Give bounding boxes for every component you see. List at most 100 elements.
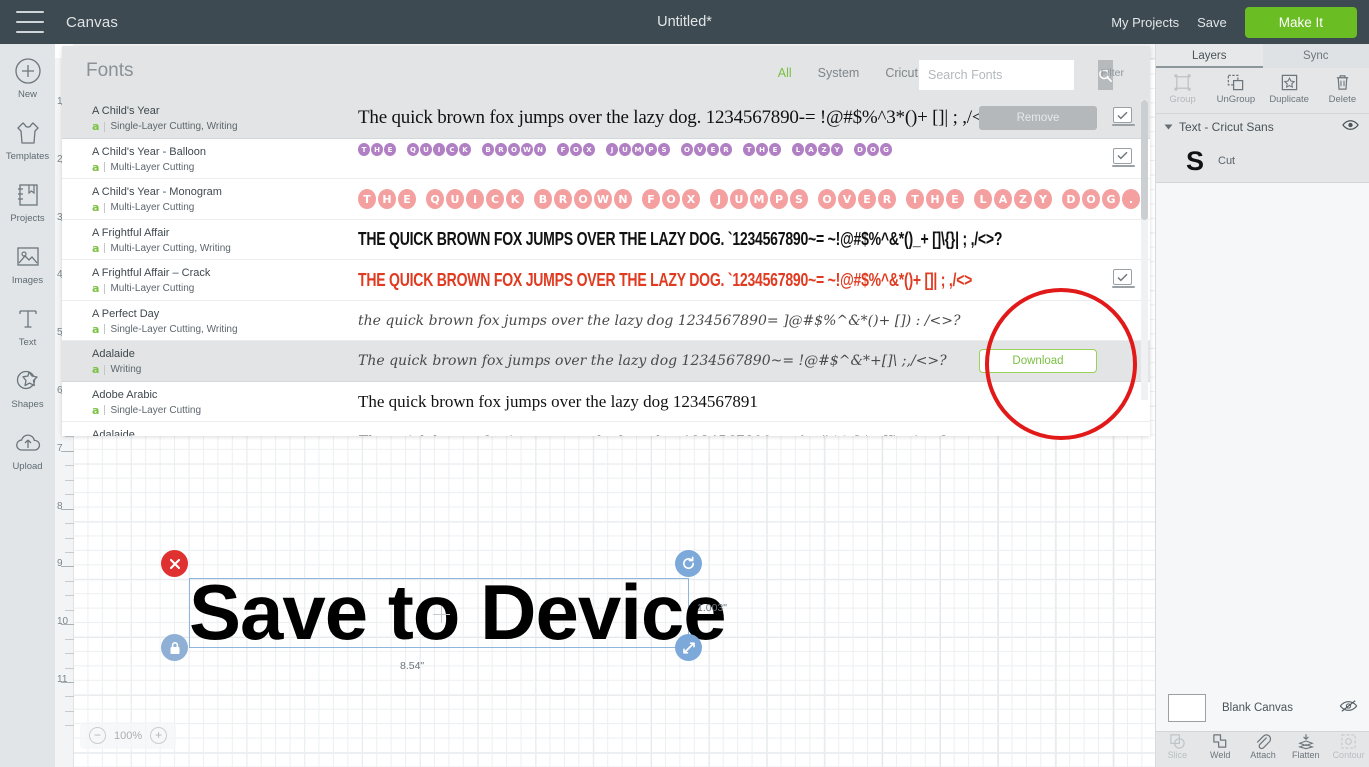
font-list-row[interactable]: A Child's Year a Single-Layer Cutting, Wri… [62,98,1150,139]
ruler-minor-tick [55,537,74,552]
sidebar-item-upload[interactable]: Upload [0,428,55,472]
caret-down-icon[interactable] [1164,124,1173,130]
resize-handle[interactable] [675,634,702,661]
divider [104,243,106,253]
layer-thumbnail: S [1185,145,1204,176]
layer-group: Text - Cricut Sans S Cut [1156,114,1369,183]
duplicate-label: Duplicate [1269,94,1309,105]
remove-font-button[interactable]: Remove [979,106,1097,130]
ungroup-label: UnGroup [1216,94,1256,105]
notebook-icon [0,180,55,210]
tab-all[interactable]: All [778,66,792,80]
font-installed-checkbox[interactable] [1112,269,1135,288]
font-list-row[interactable]: A Frightful Affair a Multi-Layer Cutting, … [62,219,1150,260]
font-meta: A Frightful Affair a Multi-Layer Cutting, … [92,226,322,255]
font-list-row[interactable]: Adobe Arabic a Single-Layer Cutting The qui… [62,381,1150,423]
lock-handle[interactable] [161,634,188,661]
right-panel-bottom: Blank Canvas Slice Weld Attach Flatten C… [1156,685,1369,767]
duplicate-button[interactable]: Duplicate [1263,68,1316,113]
ungroup-button[interactable]: UnGroup [1209,68,1262,113]
canvas-color-swatch[interactable] [1168,694,1206,722]
font-name: A Frightful Affair [92,226,170,239]
weld-icon [1199,732,1242,750]
divider [104,324,106,334]
layer-group-header[interactable]: Text - Cricut Sans [1156,114,1369,140]
filter-button[interactable]: Filter [1101,67,1124,79]
font-types: a Multi-Layer Cutting, Writing [92,242,322,255]
sidebar-item-templates[interactable]: Templates [0,118,55,162]
font-preview: The quick brown fox jumps over the lazy … [358,382,1150,423]
contour-icon [1327,732,1369,750]
attach-button[interactable]: Attach [1242,732,1285,767]
font-preview: THEQUICKBROWNFOXJUMPSOVERTHELAZYDOG.( [358,179,1150,220]
layer-item[interactable]: S Cut [1156,140,1369,182]
hamburger-icon[interactable] [16,11,44,33]
font-list-row[interactable]: A Child's Year - Monogram a Multi-Layer Cu… [62,179,1150,220]
eye-off-icon[interactable] [1339,699,1358,718]
font-name: A Perfect Day [92,307,160,320]
weld-button[interactable]: Weld [1199,732,1242,767]
app-root: Canvas Untitled* My Projects Save Make I… [0,0,1369,767]
font-list-row[interactable]: A Frightful Affair – Crack a Multi-Layer C… [62,260,1150,301]
font-preview-text: The quick brown fox jumps over the lazy … [358,107,1002,129]
delete-handle[interactable] [161,550,188,577]
zoom-in-button[interactable]: + [150,727,168,744]
font-installed-checkbox[interactable] [1112,107,1135,126]
font-list-row[interactable]: A Child's Year - Balloon a Multi-Layer Cut… [62,138,1150,180]
ruler-minor-tick [55,465,74,479]
font-types: a Multi-Layer Cutting [92,201,322,214]
font-types-label: Multi-Layer Cutting [110,202,195,213]
font-preview: THE QUICK BROWN FOX JUMPS OVER THE LAZY … [358,260,1150,301]
font-installed-checkbox[interactable] [1112,147,1135,167]
flatten-label: Flatten [1292,750,1320,760]
font-name: A Child's Year - Monogram [92,186,222,198]
ruler-tick-label: 10 [57,616,69,628]
fonts-scrollbar-thumb[interactable] [1141,100,1148,220]
sidebar-item-projects[interactable]: Projects [0,180,55,224]
tab-sync[interactable]: Sync [1263,44,1369,68]
fonts-list[interactable]: A Child's Year a Single-Layer Cutting, Wri… [62,98,1150,436]
ruler-tick: 11 [55,674,74,696]
sidebar-item-shapes[interactable]: Shapes [0,366,55,410]
ruler-minor-tick [55,523,74,537]
save-button[interactable]: Save [1197,15,1227,30]
search-input[interactable] [919,60,1098,90]
tab-layers[interactable]: Layers [1156,44,1263,68]
font-types: a Single-Layer Cutting, Writing [92,120,322,133]
font-types-label: Multi-Layer Cutting [110,161,195,173]
make-it-button[interactable]: Make It [1244,6,1357,38]
fonts-scrollbar[interactable] [1141,100,1148,400]
divider [104,364,106,375]
download-font-button[interactable]: Download [979,349,1097,373]
rotate-handle[interactable] [675,550,702,577]
my-projects-link[interactable]: My Projects [1111,15,1179,30]
zoom-out-button[interactable]: − [89,727,106,744]
sidebar-item-new[interactable]: New [0,56,55,100]
layer-operation-type[interactable]: Cut [1218,155,1235,167]
font-name: Adobe Arabic [92,388,158,401]
ungroup-icon [1209,72,1262,93]
font-list-row[interactable]: A Perfect Day a Single-Layer Cutting, Writ… [62,300,1150,341]
trash-icon [1316,72,1369,93]
sidebar-item-text[interactable]: Text [0,304,55,348]
operations-toolbar: Slice Weld Attach Flatten Contour [1156,731,1369,767]
font-preview: THEQUICKBROWNFOXJUMPSOVERTHELAZYDOG [358,139,1150,180]
left-sidebar: New Templates Projects Images Text Shape… [0,44,55,767]
font-list-row[interactable]: Adalaide a Writing The quick brown fox jump… [62,341,1150,382]
cricut-a-icon: a [92,363,100,376]
object-width-label: 8.54" [400,660,425,672]
sidebar-label-templates: Templates [5,151,50,162]
tab-cricut[interactable]: Cricut [885,66,918,80]
tab-system[interactable]: System [818,66,860,80]
contour-button[interactable]: Contour [1327,732,1369,767]
slice-button[interactable]: Slice [1156,732,1199,767]
group-label: Group [1169,94,1196,105]
sidebar-item-images[interactable]: Images [0,242,55,286]
group-button[interactable]: Group [1156,68,1209,113]
slice-label: Slice [1167,750,1188,760]
font-list-row[interactable]: Adalaide The quick brown fox jumps over t… [62,422,1150,436]
delete-button[interactable]: Delete [1316,68,1369,113]
cricut-a-icon: a [92,241,100,255]
flatten-button[interactable]: Flatten [1284,732,1327,767]
eye-icon[interactable] [1342,118,1359,136]
